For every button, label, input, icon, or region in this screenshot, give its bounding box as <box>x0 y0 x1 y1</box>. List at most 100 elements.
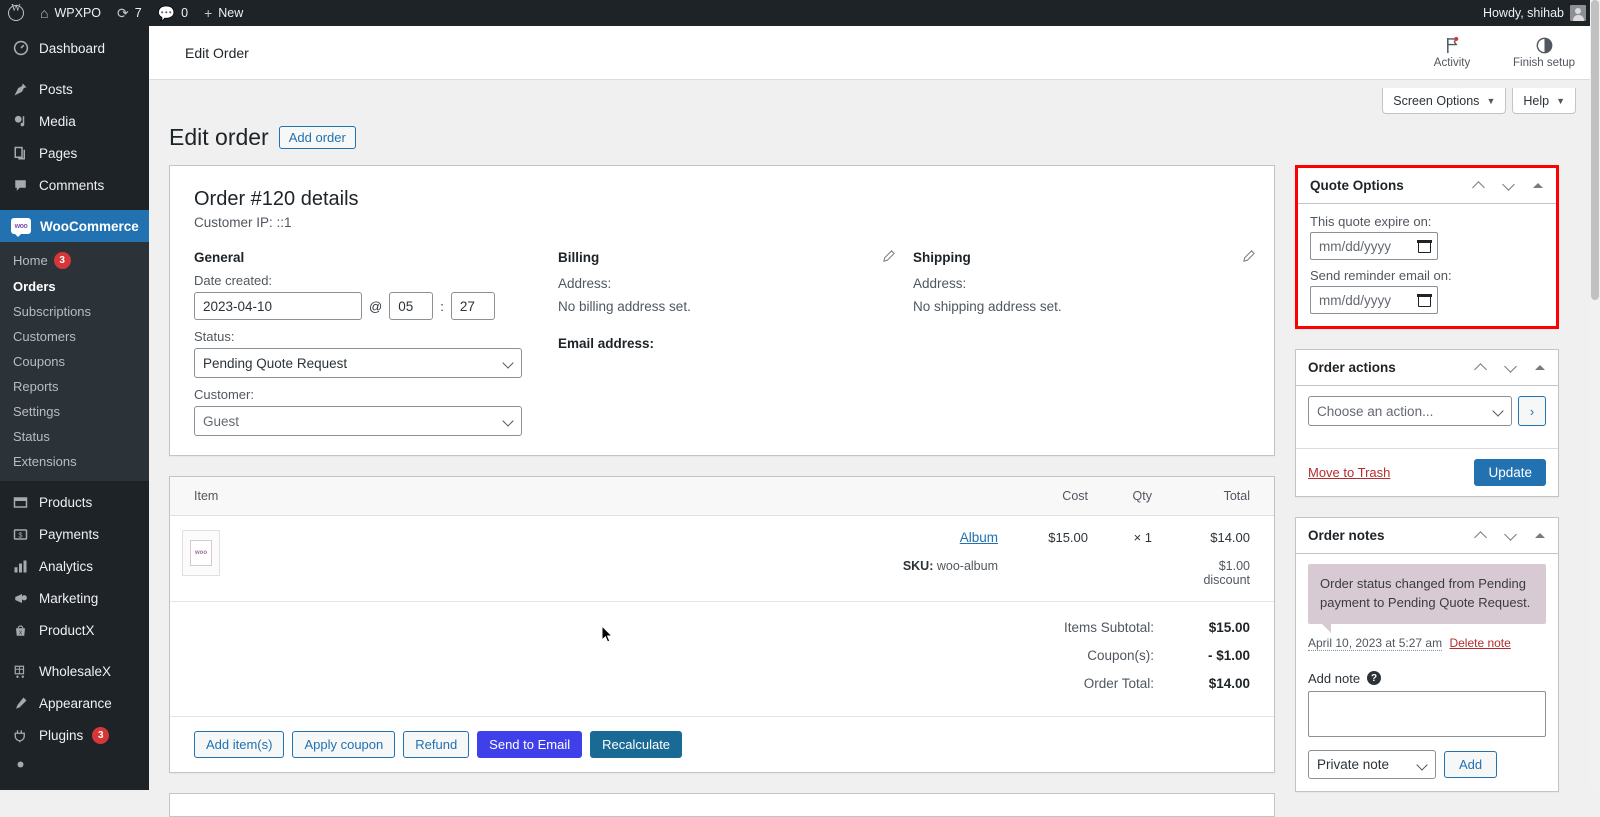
sidebar-item-wc-reports[interactable]: Reports <box>0 374 149 399</box>
apply-action-button[interactable]: › <box>1518 396 1546 426</box>
order-date-input[interactable] <box>194 292 362 320</box>
sidebar-item-products[interactable]: Products <box>0 486 149 518</box>
sidebar-item-wholesalex[interactable]: WholesaleX <box>0 655 149 687</box>
sidebar-item-wc-extensions[interactable]: Extensions <box>0 449 149 474</box>
screen-options-label: Screen Options <box>1393 93 1480 108</box>
submenu-label: Settings <box>13 404 60 419</box>
order-items-table: Item Cost Qty Total woo Album SKU: woo-a… <box>170 477 1274 602</box>
sidebar-item-media[interactable]: Media <box>0 105 149 137</box>
move-up-icon[interactable] <box>1466 354 1494 382</box>
order-note-meta: April 10, 2023 at 5:27 am Delete note <box>1308 635 1546 651</box>
home-badge-count: 3 <box>53 252 71 269</box>
recalculate-button[interactable]: Recalculate <box>590 731 683 758</box>
order-items-actions: Add item(s) Apply coupon Refund Send to … <box>170 716 1274 772</box>
sidebar-item-appearance[interactable]: Appearance <box>0 687 149 719</box>
toggle-panel-icon[interactable] <box>1526 522 1554 550</box>
sidebar-label: Products <box>39 494 93 510</box>
comments-count: 0 <box>181 6 189 20</box>
sidebar-item-wc-coupons[interactable]: Coupons <box>0 349 149 374</box>
order-hour-input[interactable] <box>389 292 434 320</box>
col-qty: Qty <box>1100 477 1164 516</box>
sidebar-item-wc-subscriptions[interactable]: Subscriptions <box>0 299 149 324</box>
sidebar-item-wc-status[interactable]: Status <box>0 424 149 449</box>
edit-shipping-pencil-icon[interactable] <box>1243 250 1255 265</box>
toggle-panel-icon[interactable] <box>1526 354 1554 382</box>
quote-reminder-date-input[interactable]: mm/dd/yyyy <box>1310 286 1438 314</box>
page-scrollbar[interactable] <box>1590 0 1600 790</box>
order-minute-input[interactable] <box>450 292 495 320</box>
move-down-icon[interactable] <box>1496 354 1524 382</box>
new-content-menu[interactable]: + New <box>196 0 251 26</box>
move-down-icon[interactable] <box>1496 522 1524 550</box>
sidebar-label: WholesaleX <box>39 663 112 679</box>
svg-text:X: X <box>19 630 23 636</box>
update-button[interactable]: Update <box>1474 459 1546 486</box>
order-action-select[interactable]: Choose an action... <box>1308 396 1512 426</box>
note-type-select[interactable]: Private note <box>1308 749 1436 779</box>
order-customer-select[interactable]: Guest <box>194 406 522 436</box>
wp-logo-menu[interactable] <box>0 0 32 26</box>
header-right-actions: Activity Finish setup <box>1420 37 1576 69</box>
menu-separator <box>0 64 149 73</box>
send-to-email-button[interactable]: Send to Email <box>477 731 583 758</box>
delete-note-link[interactable]: Delete note <box>1449 636 1510 650</box>
comments-menu[interactable]: 💬 0 <box>150 0 196 26</box>
sidebar-item-posts[interactable]: Posts <box>0 73 149 105</box>
submenu-label: Status <box>13 429 50 444</box>
calendar-icon[interactable] <box>1417 239 1432 253</box>
edit-billing-pencil-icon[interactable] <box>883 250 895 265</box>
move-down-icon[interactable] <box>1494 172 1522 200</box>
move-to-trash-link[interactable]: Move to Trash <box>1308 465 1390 480</box>
sidebar-item-wc-orders[interactable]: Orders <box>0 274 149 299</box>
order-totals-block: Items Subtotal: $15.00 Coupon(s): - $1.0… <box>170 602 1274 716</box>
order-notes-body: Order status changed from Pending paymen… <box>1296 554 1558 658</box>
move-up-icon[interactable] <box>1466 522 1494 550</box>
sidebar-item-marketing[interactable]: Marketing <box>0 582 149 614</box>
sku-label: SKU: <box>902 559 934 573</box>
sidebar-item-wc-settings[interactable]: Settings <box>0 399 149 424</box>
sidebar-item-analytics[interactable]: Analytics <box>0 550 149 582</box>
sidebar-item-productx[interactable]: X ProductX <box>0 614 149 646</box>
quote-expire-placeholder: mm/dd/yyyy <box>1319 238 1392 254</box>
calendar-icon[interactable] <box>1417 293 1432 307</box>
apply-coupon-button[interactable]: Apply coupon <box>292 731 396 758</box>
sidebar-item-dashboard[interactable]: Dashboard <box>0 32 149 64</box>
sidebar-item-wc-customers[interactable]: Customers <box>0 324 149 349</box>
order-status-select[interactable]: Pending Quote Request <box>194 348 522 378</box>
order-note-text: Order status changed from Pending paymen… <box>1308 564 1546 633</box>
site-name-label: WPXPO <box>54 6 102 20</box>
order-columns: General Date created: @ : <box>170 230 1274 455</box>
move-up-icon[interactable] <box>1464 172 1492 200</box>
updates-menu[interactable]: ⟳ 7 <box>109 0 150 26</box>
breadcrumb: Edit Order <box>185 44 249 61</box>
product-link[interactable]: Album <box>960 530 998 545</box>
sidebar-item-wc-home[interactable]: Home 3 <box>0 247 149 274</box>
add-order-button[interactable]: Add order <box>278 126 356 149</box>
site-name-menu[interactable]: ⌂ WPXPO <box>32 0 109 26</box>
item-thumbnail-cell: woo <box>170 515 232 602</box>
refund-button[interactable]: Refund <box>403 731 470 758</box>
new-label: New <box>218 6 244 20</box>
sidebar-item-woocommerce[interactable]: woo WooCommerce <box>0 210 149 242</box>
activity-button[interactable]: Activity <box>1420 37 1484 69</box>
sidebar-item-payments[interactable]: $ Payments <box>0 518 149 550</box>
finish-setup-button[interactable]: Finish setup <box>1512 37 1576 69</box>
help-label: Help <box>1523 93 1550 108</box>
my-account-menu[interactable]: Howdy, shihab <box>1475 0 1600 26</box>
add-note-button[interactable]: Add <box>1444 750 1498 778</box>
sidebar-item-comments[interactable]: Comments <box>0 169 149 201</box>
toggle-panel-icon[interactable] <box>1524 172 1552 200</box>
scrollbar-thumb[interactable] <box>1591 0 1599 300</box>
svg-text:$: $ <box>18 530 23 539</box>
sidebar-item-plugins[interactable]: Plugins 3 <box>0 719 149 751</box>
pages-icon <box>11 144 30 163</box>
quote-expire-date-input[interactable]: mm/dd/yyyy <box>1310 232 1438 260</box>
item-total-value: $14.00 <box>1210 530 1250 545</box>
help-button[interactable]: Help ▼ <box>1512 88 1576 114</box>
sidebar-item-pages[interactable]: Pages <box>0 137 149 169</box>
help-icon[interactable]: ? <box>1367 671 1382 686</box>
sidebar-item-partial[interactable] <box>0 751 149 783</box>
add-items-button[interactable]: Add item(s) <box>194 731 285 758</box>
screen-options-button[interactable]: Screen Options ▼ <box>1382 88 1507 114</box>
add-note-textarea[interactable] <box>1308 690 1546 737</box>
